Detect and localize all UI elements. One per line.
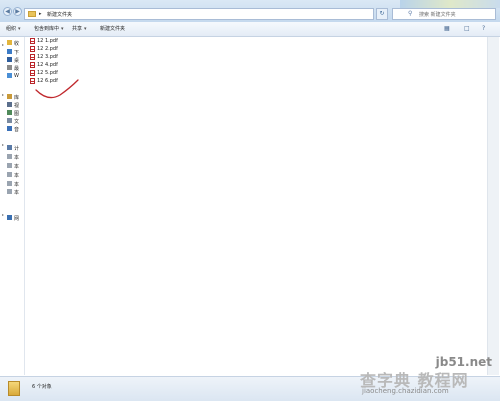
watermark-logo: jb51.net 查字典 教程网 jiaocheng.chazidian.com [360,355,492,395]
annotation-curve [35,79,79,99]
annotation-stroke [35,79,79,99]
explorer-window: ◀ ▶ ▸ 新建文件夹 ↻ ⚲ 搜索 新建文件夹 组织 ▾ 包含到库中 ▾ 共享 ▾ … [0,0,500,401]
item-count: 6 个对象 [32,384,52,390]
vertical-scrollbar[interactable] [487,37,499,375]
folder-icon [8,381,20,396]
